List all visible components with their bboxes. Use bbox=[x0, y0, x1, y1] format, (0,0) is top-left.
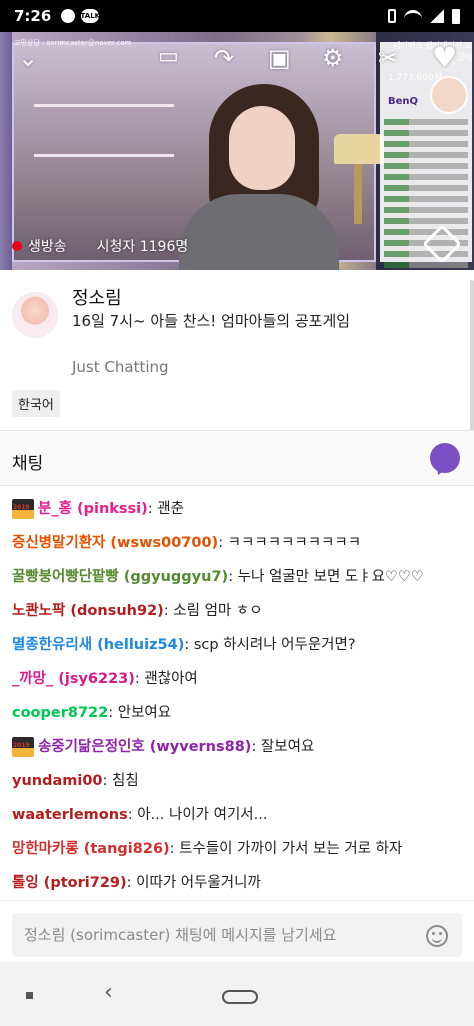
chat-nick[interactable]: waaterlemons bbox=[12, 807, 128, 823]
channel-avatar[interactable] bbox=[12, 292, 58, 338]
share-icon[interactable]: ↷ bbox=[214, 46, 234, 70]
chat-message: 톨잉 (ptori729): 이따가 어두울거니까 bbox=[12, 872, 261, 894]
shelf bbox=[34, 104, 174, 107]
chat-message: 2019 송중기닮은정인호 (wyverns88): 잘보여요 bbox=[12, 736, 314, 758]
chat-text: : 트수들이 가까이 가서 보는 거로 하자 bbox=[169, 841, 403, 857]
recents-icon[interactable] bbox=[26, 992, 33, 999]
chat-message: 망한마카롱 (tangi826): 트수들이 가까이 가서 보는 거로 하자 bbox=[12, 838, 402, 860]
chat-message: 꿀빵붕어빵단팥빵 (ggyuggyu7): 누나 얼굴만 보면 도ㅑ요♡♡♡ bbox=[12, 566, 424, 588]
heart-icon[interactable]: ♥ bbox=[432, 44, 457, 72]
chat-message: cooper8722: 안보여요 bbox=[12, 702, 171, 724]
cast-icon[interactable]: ▭ bbox=[158, 46, 179, 68]
scrollbar[interactable] bbox=[470, 280, 474, 440]
chat-message: 멸종한유리새 (helluiz54): scp 하시려나 어두운거면? bbox=[12, 634, 356, 656]
lamp-stand bbox=[354, 164, 362, 224]
system-icons bbox=[388, 8, 460, 24]
chat-text: : 소림 엄마 ㅎㅇ bbox=[163, 603, 263, 619]
stream-info: 정소림 16일 7시~ 아들 찬스! 엄마아들의 공포게임 Just Chatt… bbox=[0, 270, 474, 430]
stream-category[interactable]: Just Chatting bbox=[72, 358, 169, 376]
kakaotalk-icon: TALK bbox=[81, 9, 100, 23]
chat-nick[interactable]: 망한마카롱 (tangi826) bbox=[12, 841, 170, 857]
channel-name[interactable]: 정소림 bbox=[72, 284, 122, 310]
subscriber-badge-icon: 2019 bbox=[12, 499, 34, 519]
chat-nick[interactable]: yundami00 bbox=[12, 773, 103, 789]
badge-year: 2019 bbox=[13, 742, 30, 749]
notification-icon bbox=[61, 9, 76, 23]
shelf bbox=[34, 154, 174, 157]
navigation-bar: ‹ bbox=[0, 962, 474, 1026]
overlay-streamer-thumb bbox=[430, 76, 468, 114]
chat-nick[interactable]: 증신병말기환자 (wsws00700) bbox=[12, 535, 218, 551]
chat-nick[interactable]: cooper8722 bbox=[12, 705, 108, 721]
overlay-brand: BenQ bbox=[388, 96, 419, 107]
chat-header: 채팅 bbox=[0, 430, 474, 486]
streamer-face bbox=[229, 106, 295, 190]
chat-message: waaterlemons: 아... 나이가 여기서... bbox=[12, 804, 267, 826]
status-bar: 7:26 TALK bbox=[0, 0, 474, 32]
popout-icon[interactable]: ▣ bbox=[268, 46, 291, 70]
chat-input[interactable] bbox=[12, 913, 462, 957]
chat-text: : 괜춘 bbox=[147, 501, 184, 517]
back-icon[interactable]: ‹ bbox=[104, 982, 113, 1004]
chat-nick[interactable]: 톨잉 (ptori729) bbox=[12, 875, 127, 891]
chat-title: 채팅 bbox=[12, 454, 44, 474]
chat-text: : ㅋㅋㅋㅋㅋㅋㅋㅋㅋㅋ bbox=[218, 535, 362, 551]
chat-message: 증신병말기환자 (wsws00700): ㅋㅋㅋㅋㅋㅋㅋㅋㅋㅋ bbox=[12, 532, 361, 554]
bluetooth-icon bbox=[388, 9, 396, 23]
chat-input-area bbox=[0, 900, 474, 962]
chat-text: : 누나 얼굴만 보면 도ㅑ요♡♡♡ bbox=[228, 569, 424, 585]
chevron-down-icon[interactable]: ⌄ bbox=[18, 46, 38, 70]
chat-text: : 괜찮아여 bbox=[134, 671, 198, 687]
video-player[interactable]: BenQ 고민상담 : sorimcaster@naver.com 네이버스 생… bbox=[0, 32, 474, 270]
streamer-body bbox=[179, 194, 339, 270]
lamp bbox=[334, 134, 384, 164]
chat-message: 2019 분_홍 (pinkssi): 괜춘 bbox=[12, 498, 184, 520]
stream-title: 16일 7시~ 아들 찬스! 엄마아들의 공포게임 bbox=[72, 312, 351, 330]
chat-message-list[interactable]: 2019 분_홍 (pinkssi): 괜춘 증신병말기환자 (wsws00700… bbox=[0, 490, 474, 900]
chat-text: : scp 하시려나 어두운거면? bbox=[184, 637, 356, 653]
chat-text: : 아... 나이가 여기서... bbox=[127, 807, 268, 823]
chat-bubble-icon[interactable] bbox=[430, 443, 460, 473]
clip-icon[interactable]: ✂ bbox=[378, 46, 398, 70]
viewer-count: 시청자 1196명 bbox=[96, 239, 189, 255]
status-time: 7:26 bbox=[14, 7, 52, 25]
emoji-icon[interactable] bbox=[426, 925, 448, 947]
chat-nick[interactable]: 노콴노팍 (donsuh92) bbox=[12, 603, 164, 619]
chat-nick[interactable]: _까망_ (jsy6223) bbox=[12, 671, 135, 687]
live-dot-icon bbox=[12, 241, 22, 251]
wifi-icon bbox=[404, 10, 422, 22]
live-label: 생방송 bbox=[28, 239, 67, 255]
chat-nick[interactable]: 분_홍 (pinkssi) bbox=[38, 501, 148, 517]
chat-text: : 안보여요 bbox=[108, 705, 172, 721]
chat-nick[interactable]: 송중기닮은정인호 (wyverns88) bbox=[38, 739, 251, 755]
badge-year: 2019 bbox=[13, 504, 30, 511]
settings-icon[interactable]: ⚙ bbox=[322, 46, 344, 70]
chat-text: : 침침 bbox=[102, 773, 139, 789]
chat-message: 노콴노팍 (donsuh92): 소림 엄마 ㅎㅇ bbox=[12, 600, 263, 622]
chat-message: _까망_ (jsy6223): 괜찮아여 bbox=[12, 668, 198, 690]
home-icon[interactable] bbox=[222, 990, 258, 1004]
language-tag[interactable]: 한국어 bbox=[12, 390, 60, 417]
subscriber-badge-icon: 2019 bbox=[12, 737, 34, 757]
notification-icons: TALK bbox=[61, 9, 100, 23]
signal-icon bbox=[430, 9, 444, 23]
overlay-donation-text: 네이버스 생리대의적 모금액 bbox=[393, 41, 472, 62]
webcam-frame bbox=[12, 42, 384, 270]
chat-message: yundami00: 침침 bbox=[12, 770, 139, 792]
chat-nick[interactable]: 꿀빵붕어빵단팥빵 (ggyuggyu7) bbox=[12, 569, 228, 585]
battery-icon bbox=[452, 8, 460, 24]
chat-text: : 잘보여요 bbox=[251, 739, 315, 755]
chat-nick[interactable]: 멸종한유리새 (helluiz54) bbox=[12, 637, 184, 653]
chat-text: : 이따가 어두울거니까 bbox=[126, 875, 261, 891]
live-indicator: 생방송 시청자 1196명 bbox=[12, 236, 188, 256]
